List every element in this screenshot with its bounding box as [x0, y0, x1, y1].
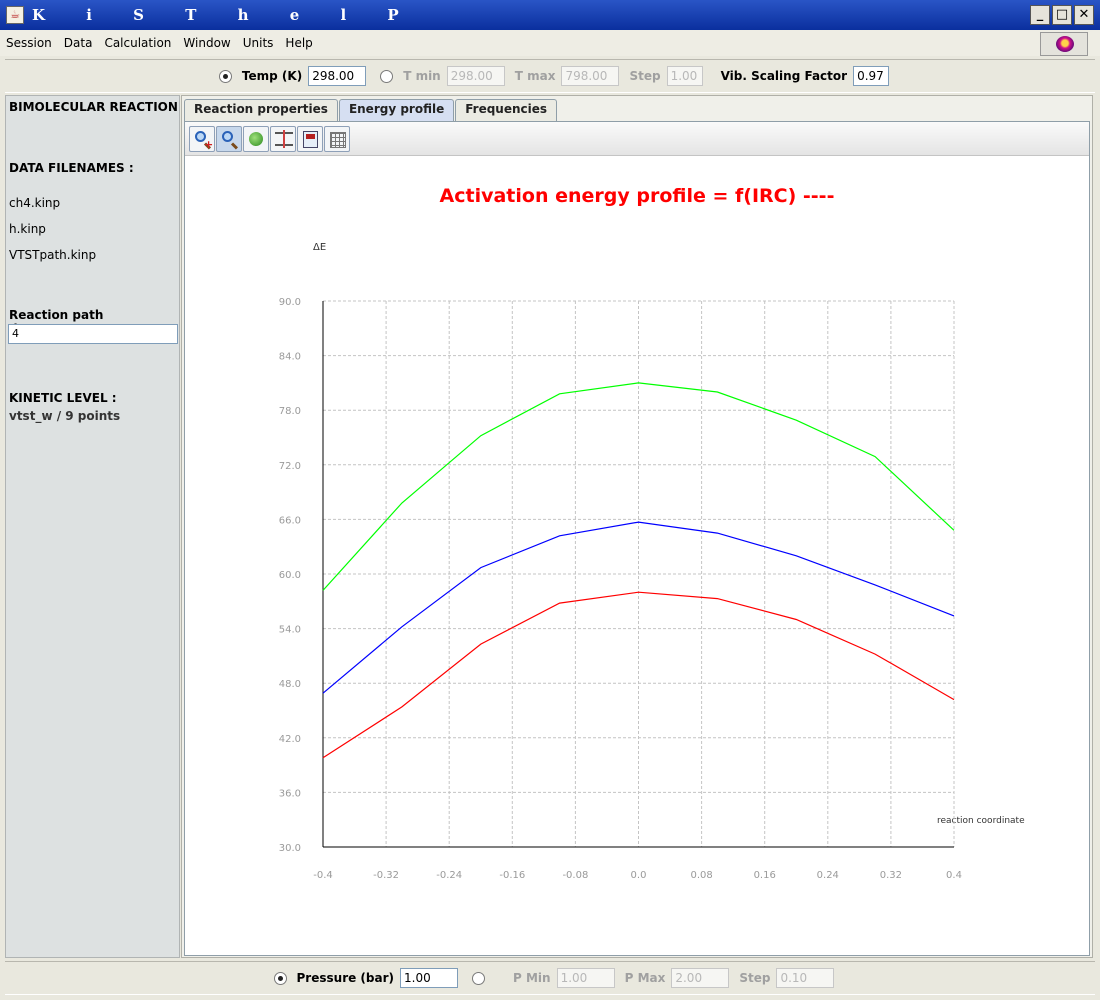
- kinetic-level-label: KINETIC LEVEL :: [9, 391, 117, 405]
- vib-scaling-label: Vib. Scaling Factor: [720, 69, 848, 83]
- y-tick-label: 42.0: [279, 734, 301, 745]
- pmin-label: P Min: [513, 971, 551, 985]
- x-tick-label: 0.24: [817, 870, 839, 881]
- pmax-label: P Max: [624, 971, 666, 985]
- tmin-label: T min: [403, 69, 441, 83]
- tab-reaction-properties[interactable]: Reaction properties: [184, 99, 338, 121]
- export-button[interactable]: [297, 125, 323, 152]
- chart-title: Activation energy profile = f(IRC) ----: [440, 185, 835, 207]
- temperature-bar: Temp (K) T min T max Step Vib. Scaling F…: [5, 59, 1095, 93]
- app-logo-button[interactable]: [1040, 32, 1088, 56]
- y-tick-label: 54.0: [279, 625, 301, 636]
- y-tick-label: 36.0: [279, 788, 301, 799]
- temp-radio[interactable]: [218, 69, 232, 83]
- pmin-input[interactable]: [556, 968, 615, 988]
- y-tick-label: 48.0: [279, 679, 301, 690]
- x-tick-label: -0.24: [436, 870, 462, 881]
- menu-data[interactable]: Data: [58, 36, 99, 50]
- reaction-sidebar: BIMOLECULAR REACTION DATA FILENAMES : ch…: [5, 95, 180, 958]
- pmax-input[interactable]: [671, 968, 730, 988]
- tmin-input[interactable]: [446, 66, 505, 86]
- y-tick-label: 72.0: [279, 461, 301, 472]
- x-tick-label: 0.08: [690, 870, 712, 881]
- pan-icon: [249, 131, 263, 146]
- pressure-input[interactable]: [400, 968, 459, 988]
- x-axis-label: reaction coordinate: [937, 816, 1025, 826]
- y-axis-label: ΔE: [313, 242, 326, 253]
- degeneracy-input[interactable]: 4: [8, 324, 178, 344]
- zoom-button[interactable]: [216, 125, 242, 152]
- grid-icon: [330, 131, 346, 148]
- tmax-input[interactable]: [561, 66, 620, 86]
- prange-radio[interactable]: [472, 971, 486, 985]
- y-tick-label: 90.0: [279, 297, 301, 308]
- close-button[interactable]: ✕: [1074, 5, 1094, 25]
- menu-session[interactable]: Session: [0, 36, 58, 50]
- tstep-input[interactable]: [666, 66, 703, 86]
- tab-strip: Reaction properties Energy profile Frequ…: [184, 99, 558, 121]
- x-tick-label: -0.08: [562, 870, 588, 881]
- menu-help[interactable]: Help: [279, 36, 318, 50]
- energy-profile-panel: + Activation energy profile = f(IRC) ---…: [184, 121, 1090, 956]
- window-title: K i S T h e l P: [32, 6, 417, 24]
- maximize-button[interactable]: □: [1052, 5, 1072, 25]
- data-filenames-label: DATA FILENAMES :: [9, 161, 134, 175]
- x-tick-label: -0.4: [313, 870, 333, 881]
- scale-button[interactable]: [270, 125, 296, 152]
- energy-profile-chart[interactable]: Activation energy profile = f(IRC) ---- …: [185, 157, 1089, 955]
- vib-scaling-input[interactable]: [853, 66, 890, 86]
- tstep-label: Step: [629, 69, 661, 83]
- chart-toolbar: +: [185, 122, 1089, 156]
- menu-units[interactable]: Units: [237, 36, 280, 50]
- zoom-in-button[interactable]: +: [189, 125, 215, 152]
- grid-button[interactable]: [324, 125, 350, 152]
- menu-bar: Session Data Calculation Window Units He…: [0, 30, 1100, 56]
- menu-window[interactable]: Window: [177, 36, 236, 50]
- x-tick-label: 0.4: [946, 870, 962, 881]
- file-item: h.kinp: [9, 222, 46, 236]
- file-item: ch4.kinp: [9, 196, 61, 210]
- main-panel: Reaction properties Energy profile Frequ…: [181, 95, 1093, 958]
- file-item: VTSTpath.kinp: [9, 248, 97, 262]
- kinetic-level-value: vtst_w / 9 points: [9, 409, 121, 423]
- x-tick-label: -0.16: [499, 870, 525, 881]
- reaction-type: BIMOLECULAR REACTION: [9, 100, 178, 114]
- pan-button[interactable]: [243, 125, 269, 152]
- temp-input[interactable]: [308, 66, 367, 86]
- pressure-radio[interactable]: [273, 971, 287, 985]
- y-tick-label: 78.0: [279, 406, 301, 417]
- minimize-button[interactable]: _: [1030, 5, 1050, 25]
- x-tick-label: 0.0: [631, 870, 647, 881]
- x-tick-label: 0.32: [880, 870, 902, 881]
- scale-icon: [275, 129, 293, 148]
- export-icon: [303, 130, 318, 148]
- pstep-input[interactable]: [776, 968, 835, 988]
- y-tick-label: 66.0: [279, 515, 301, 526]
- temp-label: Temp (K): [241, 69, 303, 83]
- y-tick-label: 30.0: [279, 843, 301, 854]
- pressure-label: Pressure (bar): [296, 971, 395, 985]
- tmax-label: T max: [514, 69, 556, 83]
- title-bar: ☕ K i S T h e l P _ □ ✕: [0, 0, 1100, 30]
- menu-calculation[interactable]: Calculation: [98, 36, 177, 50]
- java-app-icon[interactable]: ☕: [6, 6, 24, 24]
- trange-radio[interactable]: [380, 69, 394, 83]
- y-tick-label: 60.0: [279, 570, 301, 581]
- logo-icon: [1056, 36, 1074, 52]
- x-tick-label: -0.32: [373, 870, 399, 881]
- tab-energy-profile[interactable]: Energy profile: [338, 99, 455, 121]
- pstep-label: Step: [739, 971, 771, 985]
- x-tick-label: 0.16: [754, 870, 776, 881]
- tab-frequencies[interactable]: Frequencies: [455, 99, 558, 121]
- pressure-bar: Pressure (bar) P Min P Max Step: [5, 961, 1095, 995]
- y-tick-label: 84.0: [279, 352, 301, 363]
